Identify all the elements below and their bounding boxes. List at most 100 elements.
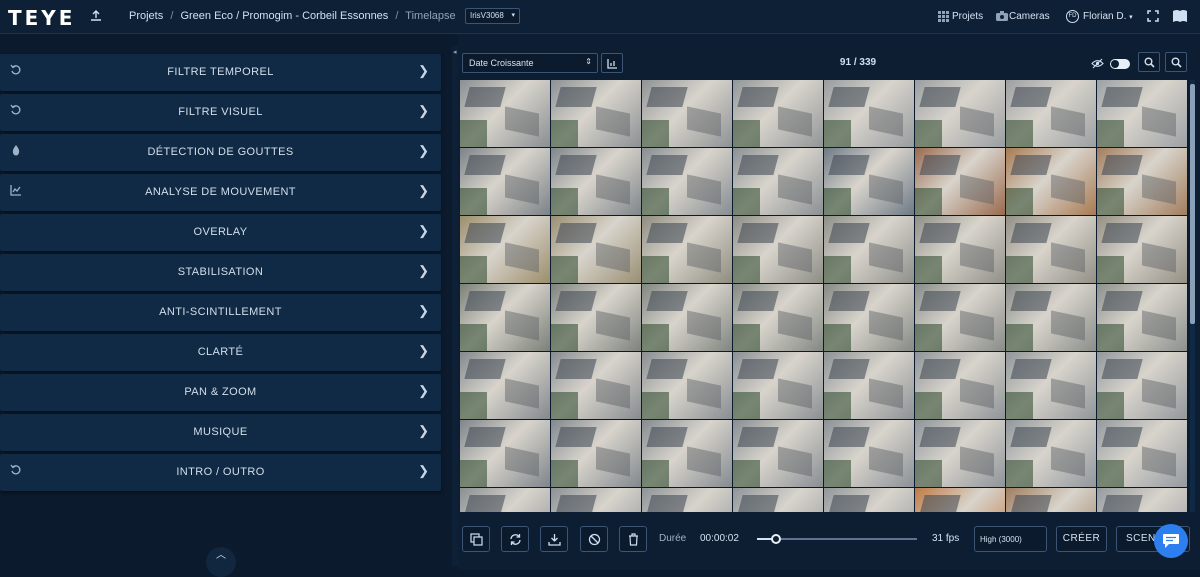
timelapse-frame[interactable] bbox=[733, 80, 823, 147]
timelapse-frame[interactable] bbox=[824, 80, 914, 147]
timelapse-frame[interactable] bbox=[642, 148, 732, 215]
zoom-out-button[interactable] bbox=[1165, 52, 1187, 72]
timelapse-frame[interactable] bbox=[551, 216, 641, 283]
grid-scrollbar[interactable] bbox=[1190, 80, 1195, 512]
timelapse-frame[interactable] bbox=[642, 352, 732, 419]
nav-projects[interactable]: Projets bbox=[952, 11, 983, 22]
timelapse-frame[interactable] bbox=[915, 216, 1005, 283]
frame-detail bbox=[919, 222, 961, 243]
chart-view-button[interactable] bbox=[601, 53, 623, 73]
timelapse-frame[interactable] bbox=[1006, 148, 1096, 215]
timelapse-frame[interactable] bbox=[1006, 488, 1096, 512]
timelapse-frame[interactable] bbox=[824, 488, 914, 512]
timelapse-frame[interactable] bbox=[1097, 420, 1187, 487]
timelapse-frame[interactable] bbox=[642, 488, 732, 512]
timelapse-frame[interactable] bbox=[551, 80, 641, 147]
timelapse-frame[interactable] bbox=[1097, 488, 1187, 512]
nav-cameras[interactable]: Cameras bbox=[1009, 11, 1050, 22]
quality-value: High (3000) bbox=[980, 535, 1022, 544]
zoom-in-button[interactable] bbox=[1138, 52, 1160, 72]
timelapse-frame[interactable] bbox=[824, 420, 914, 487]
timelapse-frame[interactable] bbox=[1006, 284, 1096, 351]
filter-intro-outro[interactable]: INTRO / OUTRO ❯ bbox=[0, 454, 441, 491]
timelapse-frame[interactable] bbox=[460, 216, 550, 283]
filter-motion-analysis[interactable]: ANALYSE DE MOUVEMENT ❯ bbox=[0, 174, 441, 211]
timelapse-frame[interactable] bbox=[915, 80, 1005, 147]
create-button[interactable]: CRÉER bbox=[1056, 526, 1107, 552]
eye-off-icon[interactable] bbox=[1091, 58, 1104, 69]
timelapse-frame[interactable] bbox=[1097, 352, 1187, 419]
timelapse-frame[interactable] bbox=[915, 420, 1005, 487]
toggle-knob bbox=[1111, 60, 1119, 68]
filter-clarity[interactable]: CLARTÉ ❯ bbox=[0, 334, 441, 371]
timelapse-frame[interactable] bbox=[1006, 352, 1096, 419]
timelapse-frame[interactable] bbox=[824, 352, 914, 419]
timelapse-frame[interactable] bbox=[915, 284, 1005, 351]
timelapse-frame[interactable] bbox=[551, 284, 641, 351]
visibility-toggle[interactable] bbox=[1110, 59, 1130, 69]
avatar[interactable]: FD bbox=[1066, 10, 1079, 23]
timelapse-frame[interactable] bbox=[460, 80, 550, 147]
disable-button[interactable] bbox=[580, 526, 608, 552]
camera-select[interactable]: IrisV3068 ▾ bbox=[465, 8, 520, 24]
filter-anti-flicker[interactable]: ANTI-SCINTILLEMENT ❯ bbox=[0, 294, 441, 331]
duration-slider[interactable] bbox=[757, 534, 917, 544]
breadcrumb-project[interactable]: Green Eco / Promogim - Corbeil Essonnes bbox=[180, 10, 388, 22]
timelapse-frame[interactable] bbox=[1097, 284, 1187, 351]
timelapse-frame[interactable] bbox=[551, 148, 641, 215]
timelapse-frame[interactable] bbox=[460, 488, 550, 512]
copy-button[interactable] bbox=[462, 526, 490, 552]
timelapse-frame[interactable] bbox=[1006, 216, 1096, 283]
timelapse-frame[interactable] bbox=[1097, 216, 1187, 283]
timelapse-frame[interactable] bbox=[733, 284, 823, 351]
timelapse-frame[interactable] bbox=[460, 284, 550, 351]
timelapse-frame[interactable] bbox=[1097, 80, 1187, 147]
filter-stabilisation[interactable]: STABILISATION ❯ bbox=[0, 254, 441, 291]
book-icon[interactable] bbox=[1172, 9, 1188, 23]
timelapse-frame[interactable] bbox=[824, 284, 914, 351]
timelapse-frame[interactable] bbox=[642, 80, 732, 147]
scrollbar-thumb[interactable] bbox=[1190, 84, 1195, 324]
filter-overlay[interactable]: OVERLAY ❯ bbox=[0, 214, 441, 251]
timelapse-frame[interactable] bbox=[551, 488, 641, 512]
quality-select[interactable]: High (3000) bbox=[974, 526, 1047, 552]
filter-drop-detection[interactable]: DÉTECTION DE GOUTTES ❯ bbox=[0, 134, 441, 171]
timelapse-frame[interactable] bbox=[551, 352, 641, 419]
filter-pan-zoom[interactable]: PAN & ZOOM ❯ bbox=[0, 374, 441, 411]
filter-music[interactable]: MUSIQUE ❯ bbox=[0, 414, 441, 451]
timelapse-frame[interactable] bbox=[915, 352, 1005, 419]
timelapse-frame[interactable] bbox=[1006, 420, 1096, 487]
timelapse-frame[interactable] bbox=[1006, 80, 1096, 147]
timelapse-frame[interactable] bbox=[824, 148, 914, 215]
user-menu[interactable]: Florian D. ▾ bbox=[1083, 11, 1133, 22]
frame-detail bbox=[1006, 256, 1033, 283]
app-logo[interactable]: TEYE bbox=[8, 6, 75, 30]
collapse-button[interactable]: ︿ bbox=[206, 547, 236, 577]
download-button[interactable] bbox=[540, 526, 568, 552]
fullscreen-icon[interactable] bbox=[1147, 10, 1159, 22]
filter-visual[interactable]: FILTRE VISUEL ❯ bbox=[0, 94, 441, 131]
timelapse-frame[interactable] bbox=[642, 284, 732, 351]
timelapse-frame[interactable] bbox=[551, 420, 641, 487]
timelapse-frame[interactable] bbox=[460, 352, 550, 419]
sort-select[interactable]: Date Croissante ⇕ bbox=[462, 53, 598, 73]
timelapse-frame[interactable] bbox=[642, 216, 732, 283]
timelapse-frame[interactable] bbox=[642, 420, 732, 487]
timelapse-frame[interactable] bbox=[915, 488, 1005, 512]
timelapse-frame[interactable] bbox=[733, 216, 823, 283]
breadcrumb-projects[interactable]: Projets bbox=[129, 10, 163, 22]
filter-temporal[interactable]: FILTRE TEMPOREL ❯ bbox=[0, 54, 441, 91]
timelapse-frame[interactable] bbox=[733, 420, 823, 487]
timelapse-frame[interactable] bbox=[824, 216, 914, 283]
timelapse-frame[interactable] bbox=[733, 352, 823, 419]
upload-icon[interactable] bbox=[90, 10, 102, 22]
timelapse-frame[interactable] bbox=[1097, 148, 1187, 215]
timelapse-frame[interactable] bbox=[915, 148, 1005, 215]
timelapse-frame[interactable] bbox=[733, 488, 823, 512]
chat-button[interactable] bbox=[1154, 524, 1188, 558]
delete-button[interactable] bbox=[619, 526, 647, 552]
timelapse-frame[interactable] bbox=[460, 420, 550, 487]
refresh-button[interactable] bbox=[501, 526, 529, 552]
timelapse-frame[interactable] bbox=[460, 148, 550, 215]
timelapse-frame[interactable] bbox=[733, 148, 823, 215]
